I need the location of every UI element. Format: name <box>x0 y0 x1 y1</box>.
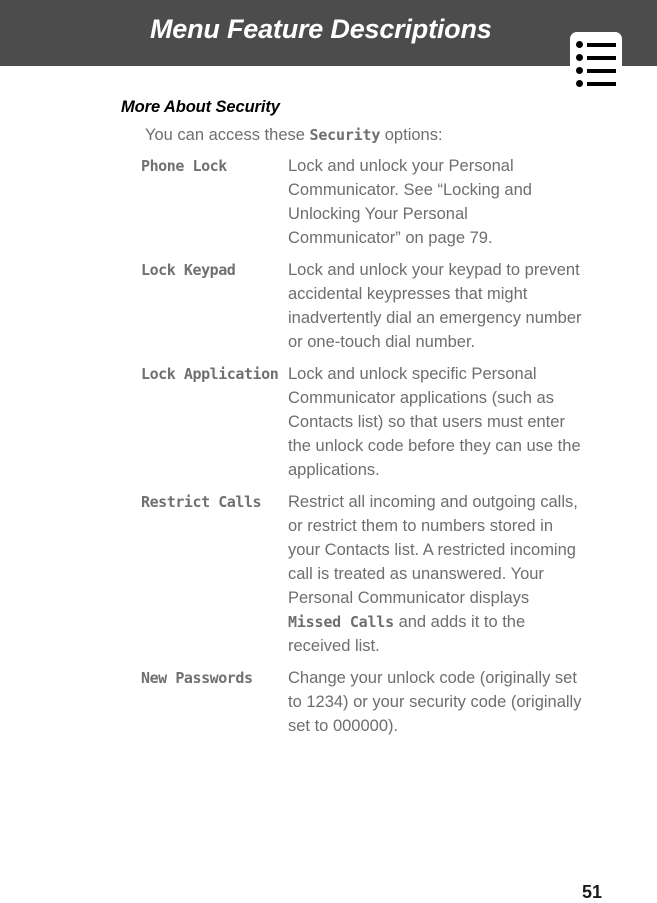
list-icon-bullet <box>576 67 583 74</box>
list-icon-bullet <box>576 54 583 61</box>
definition-term: New Passwords <box>141 669 253 687</box>
intro-keyword: Security <box>309 126 381 144</box>
list-icon-line <box>587 69 616 73</box>
description-part-1: Restrict all incoming and outgoing calls… <box>288 493 578 607</box>
definition-description: Lock and unlock your keypad to prevent a… <box>288 261 582 351</box>
definition-row: Restrict Calls Restrict all incoming and… <box>0 490 657 658</box>
page-number: 51 <box>581 882 602 902</box>
intro-prefix: You can access these <box>145 126 310 144</box>
section-intro: You can access these Security options: <box>145 125 585 146</box>
intro-suffix: options: <box>380 126 443 144</box>
definition-description: Lock and unlock specific Personal Commun… <box>288 365 581 479</box>
list-icon-bullet <box>576 80 583 87</box>
definition-description: Lock and unlock your Personal Communicat… <box>288 157 532 247</box>
definition-row: Lock Keypad Lock and unlock your keypad … <box>0 258 657 354</box>
list-icon-row <box>576 67 616 74</box>
description-keyword: Missed Calls <box>288 613 394 631</box>
list-icon-line <box>587 56 616 60</box>
bulleted-list-icon <box>570 32 622 90</box>
page-title: Menu Feature Descriptions <box>150 14 492 44</box>
definition-term: Phone Lock <box>141 157 227 175</box>
list-icon-line <box>587 43 616 47</box>
list-icon-row <box>576 41 616 48</box>
definition-row: New Passwords Change your unlock code (o… <box>0 666 657 738</box>
definition-term: Lock Keypad <box>141 261 236 279</box>
definition-description: Restrict all incoming and outgoing calls… <box>288 490 582 658</box>
list-icon-row <box>576 80 616 87</box>
definition-row: Phone Lock Lock and unlock your Personal… <box>0 154 657 250</box>
definition-row: Lock Application Lock and unlock specifi… <box>0 362 657 482</box>
list-icon-bullet <box>576 41 583 48</box>
definition-description: Change your unlock code (originally set … <box>288 669 582 735</box>
definition-term: Lock Application <box>141 365 279 383</box>
definition-list: Phone Lock Lock and unlock your Personal… <box>0 154 657 746</box>
list-icon-row <box>576 54 616 61</box>
list-icon-line <box>587 82 616 86</box>
definition-term: Restrict Calls <box>141 493 262 511</box>
section-heading: More About Security <box>121 98 280 116</box>
